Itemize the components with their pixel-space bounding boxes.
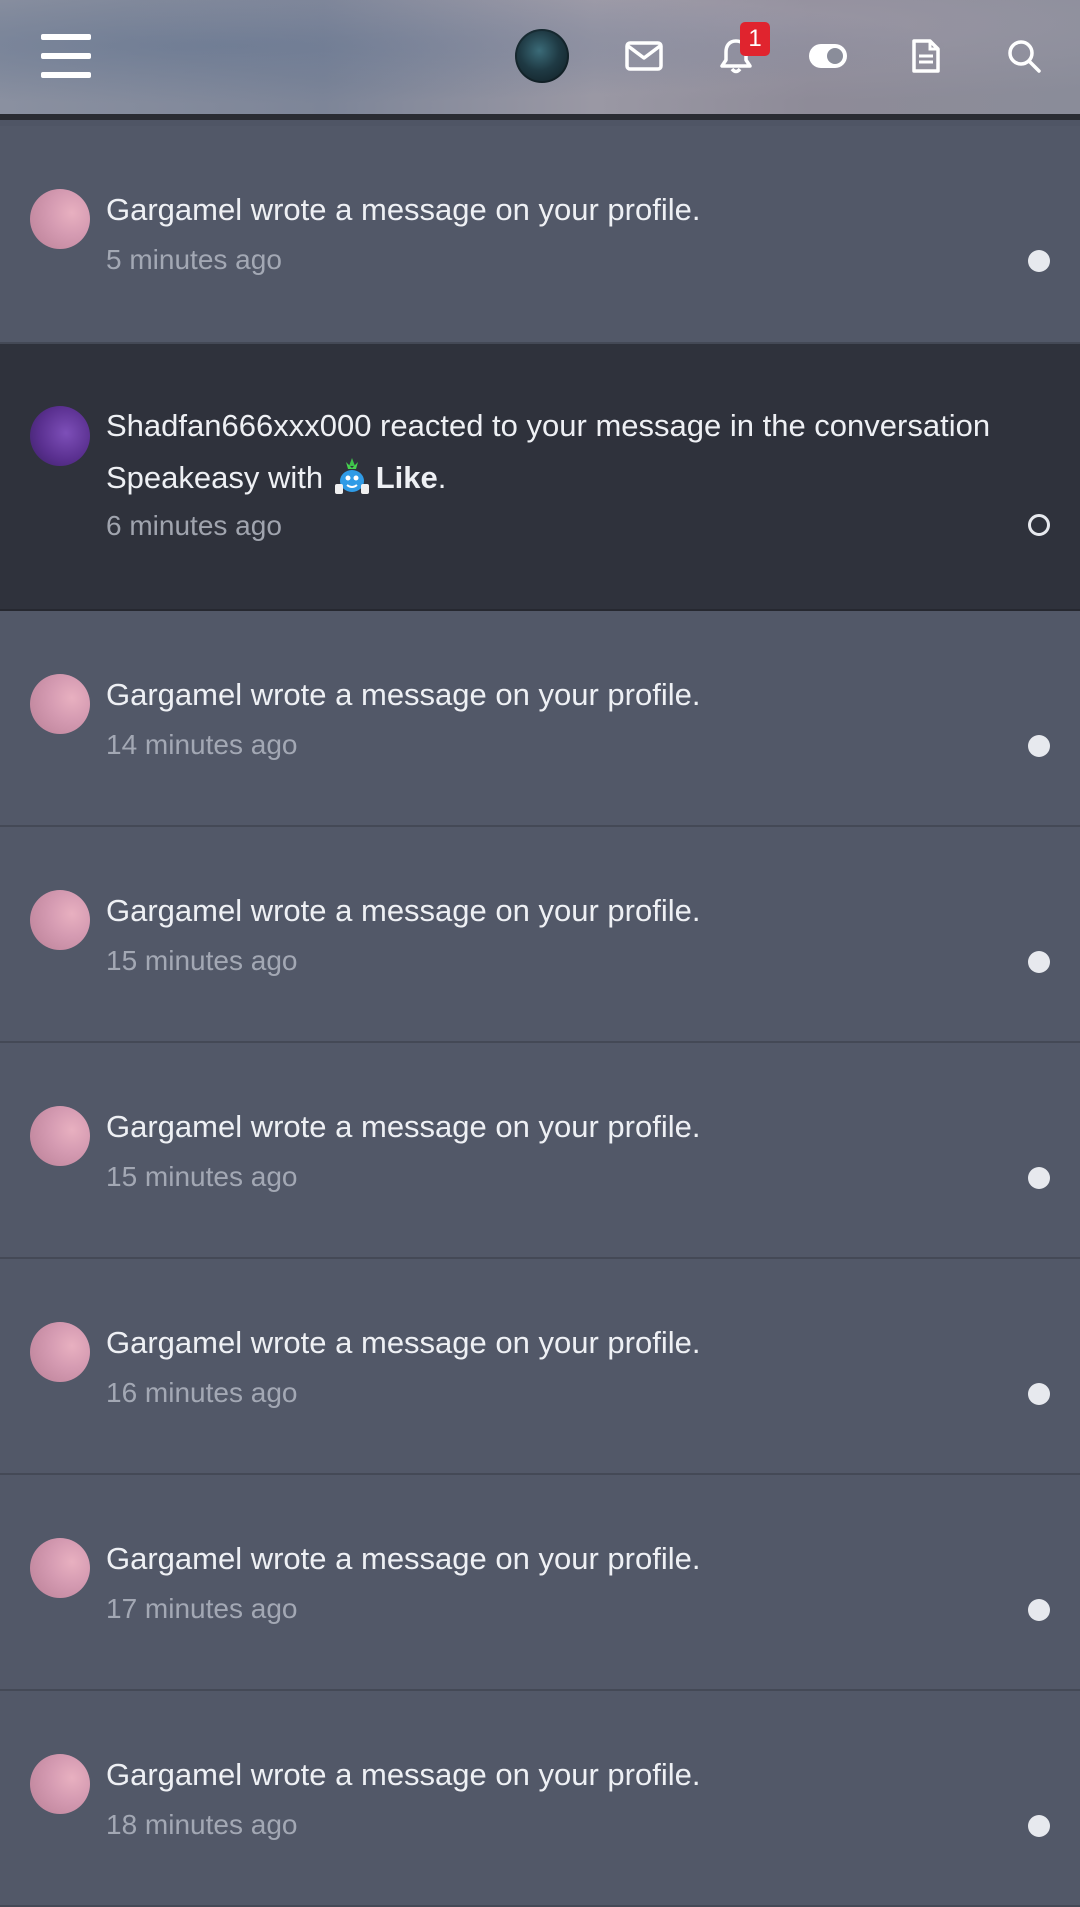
search-icon[interactable] bbox=[988, 20, 1060, 92]
notification-time: 6 minutes ago bbox=[106, 510, 282, 541]
gargamel-avatar bbox=[30, 1322, 90, 1382]
unread-dot-icon[interactable] bbox=[1028, 951, 1050, 973]
toggle-icon-svg bbox=[809, 44, 847, 68]
gargamel-avatar bbox=[30, 189, 90, 249]
envelope-icon[interactable] bbox=[608, 20, 680, 92]
document-icon-svg bbox=[912, 39, 940, 73]
notification-time: 16 minutes ago bbox=[106, 1377, 298, 1408]
notification-text-line2: Speakeasy with Like. bbox=[106, 452, 1040, 504]
notification-time: 5 minutes ago bbox=[106, 244, 282, 275]
menu-line bbox=[41, 72, 91, 78]
gargamel-avatar bbox=[30, 1106, 90, 1166]
notification-time: 15 minutes ago bbox=[106, 945, 298, 976]
notification-text: Gargamel wrote a message on your profile… bbox=[106, 192, 701, 227]
read-dot-icon[interactable] bbox=[1028, 514, 1050, 536]
user-avatar-button[interactable] bbox=[506, 20, 578, 92]
search-icon-svg bbox=[1008, 40, 1041, 73]
notification-item[interactable]: Gargamel wrote a message on your profile… bbox=[0, 126, 1080, 344]
gargamel-avatar bbox=[30, 890, 90, 950]
notification-count-badge: 1 bbox=[740, 22, 770, 56]
notification-time: 18 minutes ago bbox=[106, 1809, 298, 1840]
notification-time: 14 minutes ago bbox=[106, 729, 298, 760]
notification-text: Gargamel wrote a message on your profile… bbox=[106, 893, 701, 928]
notification-item[interactable]: Gargamel wrote a message on your profile… bbox=[0, 611, 1080, 827]
toggle-icon[interactable] bbox=[792, 20, 864, 92]
menu-line bbox=[41, 53, 91, 59]
notification-item[interactable]: Gargamel wrote a message on your profile… bbox=[0, 827, 1080, 1043]
notification-item[interactable]: Shadfan666xxx000 reacted to your message… bbox=[0, 344, 1080, 611]
unread-dot-icon[interactable] bbox=[1028, 250, 1050, 272]
notification-text-line1: Shadfan666xxx000 reacted to your message… bbox=[106, 408, 991, 443]
unread-dot-icon[interactable] bbox=[1028, 1167, 1050, 1189]
document-icon[interactable] bbox=[890, 20, 962, 92]
notification-text: Gargamel wrote a message on your profile… bbox=[106, 1757, 701, 1792]
notification-item[interactable]: Gargamel wrote a message on your profile… bbox=[0, 1475, 1080, 1691]
notification-time: 17 minutes ago bbox=[106, 1593, 298, 1624]
menu-line bbox=[41, 34, 91, 40]
reaction-name: Like bbox=[375, 460, 438, 495]
hamburger-menu-icon[interactable] bbox=[30, 20, 102, 92]
envelope-icon-svg bbox=[625, 41, 663, 71]
bell-icon[interactable]: 1 bbox=[700, 20, 772, 92]
notification-text: Gargamel wrote a message on your profile… bbox=[106, 677, 701, 712]
notification-item[interactable]: Gargamel wrote a message on your profile… bbox=[0, 1259, 1080, 1475]
gargamel-avatar bbox=[30, 674, 90, 734]
gargamel-avatar bbox=[30, 1538, 90, 1598]
notification-text: Shadfan666xxx000 reacted to your message… bbox=[106, 400, 1040, 504]
notification-time: 15 minutes ago bbox=[106, 1161, 298, 1192]
shadfan-avatar bbox=[30, 406, 90, 466]
unread-dot-icon[interactable] bbox=[1028, 1383, 1050, 1405]
notification-text: Gargamel wrote a message on your profile… bbox=[106, 1541, 701, 1576]
notification-text: Gargamel wrote a message on your profile… bbox=[106, 1109, 701, 1144]
unread-dot-icon[interactable] bbox=[1028, 1599, 1050, 1621]
top-navigation-bar: 1 bbox=[0, 0, 1080, 120]
notification-text-prefix: Speakeasy with bbox=[106, 460, 332, 495]
notification-text: Gargamel wrote a message on your profile… bbox=[106, 1325, 701, 1360]
avatar bbox=[515, 29, 569, 83]
unread-dot-icon[interactable] bbox=[1028, 735, 1050, 757]
gargamel-avatar bbox=[30, 1754, 90, 1814]
unread-dot-icon[interactable] bbox=[1028, 1815, 1050, 1837]
like-reaction-icon bbox=[334, 458, 369, 494]
notification-item[interactable]: Gargamel wrote a message on your profile… bbox=[0, 1043, 1080, 1259]
notification-text-suffix: . bbox=[437, 460, 447, 495]
notification-item[interactable]: Gargamel wrote a message on your profile… bbox=[0, 1691, 1080, 1907]
notification-list: Gargamel wrote a message on your profile… bbox=[0, 126, 1080, 1907]
